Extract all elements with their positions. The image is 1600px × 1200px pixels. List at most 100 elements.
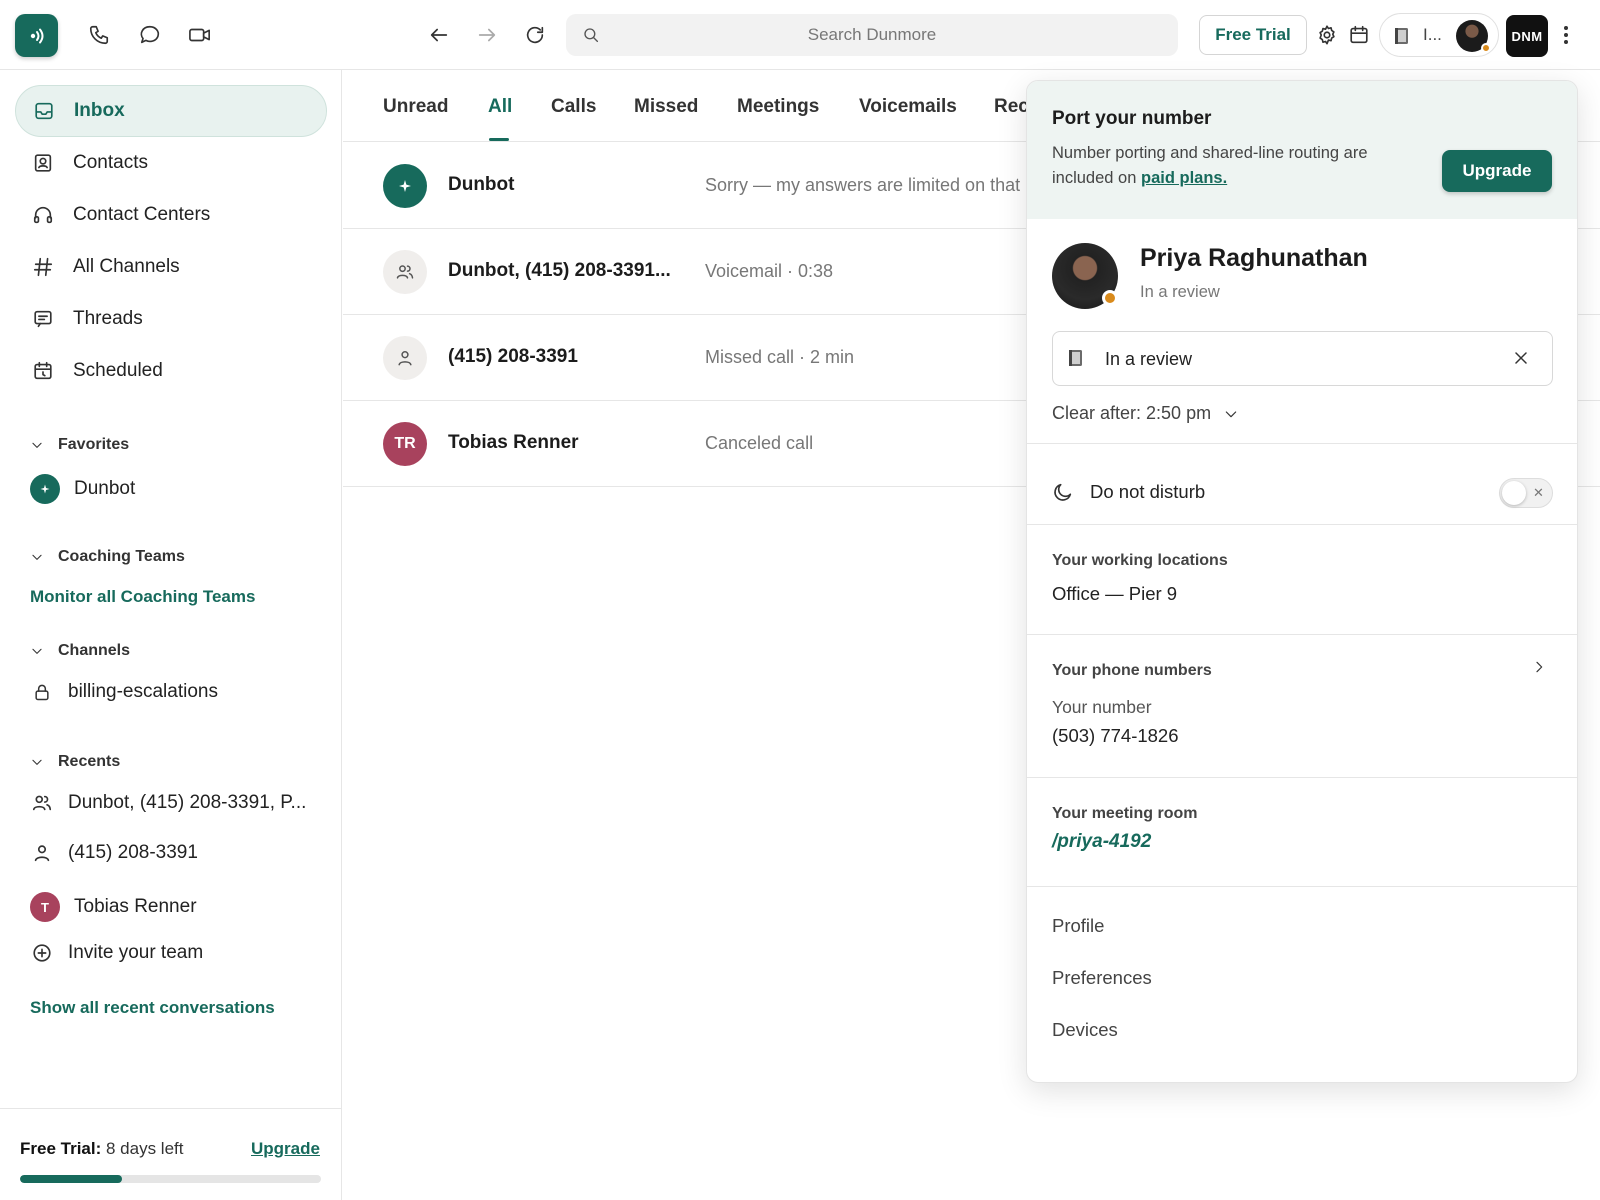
status-dot [1481,43,1491,53]
inbox-icon [32,100,56,122]
hash-icon [31,256,55,278]
forward-arrow-icon[interactable] [474,22,500,48]
port-upgrade-button[interactable]: Upgrade [1442,150,1552,192]
show-all-recent-link[interactable]: Show all recent conversations [30,998,275,1018]
sidebar-item-threads[interactable]: Threads [15,293,327,345]
sidebar-item-contacts[interactable]: Contacts [15,137,327,189]
chat-icon[interactable] [137,22,163,48]
group-icon [30,792,54,814]
conversation-preview: Canceled call [705,433,814,453]
sidebar: Inbox Contacts Contact Centers All Chann… [0,70,342,1200]
sidebar-item-label: Scheduled [73,360,163,381]
chevron-down-icon [1225,410,1237,417]
dnd-toggle[interactable]: ✕ [1499,478,1553,508]
recent-item-group[interactable]: Dunbot, (415) 208-3391, P... [30,792,306,814]
refresh-icon[interactable] [522,22,548,48]
tab-calls[interactable]: Calls [551,96,596,118]
recent-item-phone[interactable]: (415) 208-3391 [30,842,198,864]
recent-item-tobias[interactable]: T Tobias Renner [30,892,197,922]
favorite-item-dunbot[interactable]: Dunbot [30,474,135,504]
app-logo[interactable] [15,14,58,57]
phone-icon[interactable] [86,22,112,48]
clear-after-dropdown[interactable]: Clear after: 2:50 pm [1052,403,1239,424]
port-description: Number porting and shared-line routing a… [1052,141,1412,191]
book-emoji-icon [1068,349,1084,367]
calendar-icon[interactable] [1346,22,1372,48]
tab-unread[interactable]: Unread [383,96,448,118]
sidebar-item-contact-centers[interactable]: Contact Centers [15,189,327,241]
dnd-row: Do not disturb [1052,481,1205,503]
trial-box: Free Trial: 8 days left Upgrade [0,1108,342,1200]
clear-after-label: Clear after: 2:50 pm [1052,403,1212,423]
video-icon[interactable] [187,22,213,48]
meeting-room-link[interactable]: /priya-4192 [1052,831,1151,853]
menu-item-preferences[interactable]: Preferences [1052,967,1152,989]
room-title: Your meeting room [1052,805,1198,822]
section-title: Channels [58,642,131,659]
monitor-coaching-teams-link[interactable]: Monitor all Coaching Teams [30,587,255,607]
conversation-name: (415) 208-3391 [448,346,578,367]
search-input[interactable]: Search Dunmore [566,14,1178,56]
channel-label: billing-escalations [68,681,218,702]
person-icon [30,842,54,864]
gear-icon[interactable] [1314,22,1340,48]
favorite-label: Dunbot [74,478,136,499]
headset-icon [31,204,55,226]
channels-header[interactable]: Channels [30,642,130,660]
tobias-avatar: T [30,892,60,922]
tab-meetings[interactable]: Meetings [737,96,819,118]
port-number-banner: Port your number Number porting and shar… [1027,81,1577,219]
menu-item-profile[interactable]: Profile [1052,915,1104,937]
status-pill[interactable]: I... [1379,13,1499,57]
channel-item-billing-escalations[interactable]: billing-escalations [30,681,218,703]
coaching-teams-header[interactable]: Coaching Teams [30,548,185,566]
toggle-off-icon: ✕ [1533,485,1544,500]
divider [1027,443,1577,444]
port-title: Port your number [1052,108,1212,129]
sidebar-item-label: Contact Centers [73,204,211,225]
moon-icon [1054,483,1072,501]
status-input[interactable]: In a review [1052,331,1553,386]
plus-circle-icon [30,942,54,964]
paid-plans-link[interactable]: paid plans. [1141,169,1227,187]
conversation-name: Dunbot [448,174,515,195]
profile-status: In a review [1140,283,1220,301]
locations-value: Office — Pier 9 [1052,583,1178,604]
status-dot [1102,290,1118,306]
phones-sub: Your number [1052,697,1152,717]
scheduled-icon [31,360,55,382]
favorites-header[interactable]: Favorites [30,436,129,454]
back-arrow-icon[interactable] [426,22,452,48]
dunbot-avatar [383,164,427,208]
recents-header[interactable]: Recents [30,753,120,771]
tab-voicemails[interactable]: Voicemails [859,96,957,118]
free-trial-button[interactable]: Free Trial [1199,15,1307,55]
trial-progress-bar [20,1175,321,1183]
sidebar-item-scheduled[interactable]: Scheduled [15,345,327,397]
sidebar-item-all-channels[interactable]: All Channels [15,241,327,293]
trial-progress-fill [20,1175,123,1183]
divider [1027,634,1577,635]
status-value: In a review [1105,349,1193,369]
sidebar-item-inbox[interactable]: Inbox [15,85,327,137]
tab-all[interactable]: All [488,96,512,118]
sidebar-item-label: Inbox [74,100,125,121]
profile-name: Priya Raghunathan [1140,244,1368,272]
conversation-name: Dunbot, (415) 208-3391... [448,260,671,281]
conversation-preview: Missed call · 2 min [705,347,855,367]
upgrade-link[interactable]: Upgrade [251,1139,320,1159]
chevron-right-icon[interactable] [1531,658,1547,676]
menu-item-devices[interactable]: Devices [1052,1019,1118,1041]
trial-label: Free Trial: 8 days left [20,1139,183,1159]
invite-team-item[interactable]: Invite your team [30,942,203,964]
group-icon [383,250,427,294]
phone-number: (503) 774-1826 [1052,725,1179,746]
tab-recordings[interactable]: Rec [994,96,1029,118]
divider [1027,886,1577,887]
tab-missed[interactable]: Missed [634,96,698,118]
divider [1027,777,1577,778]
account-badge[interactable]: DNM [1506,15,1548,57]
more-icon[interactable] [1556,22,1576,48]
close-icon[interactable] [1511,348,1531,368]
recent-label: Dunbot, (415) 208-3391, P... [68,792,307,813]
